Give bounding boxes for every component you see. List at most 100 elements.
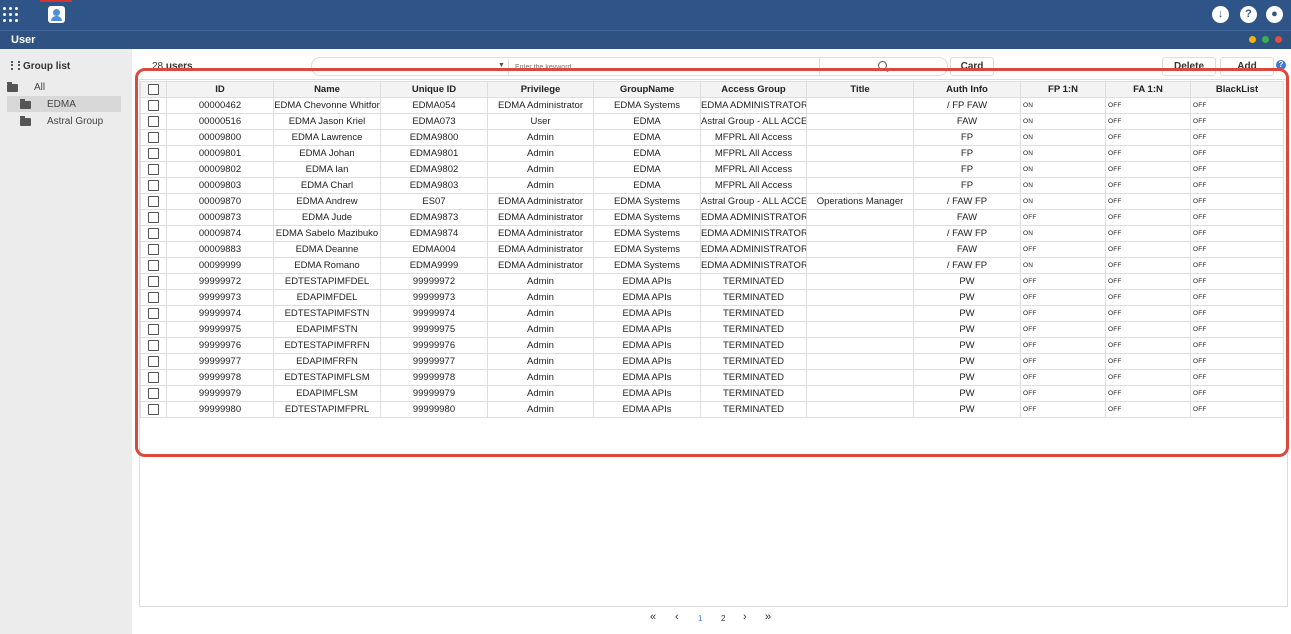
card-button[interactable]: Card: [950, 57, 994, 76]
column-header-unique-id[interactable]: Unique ID: [380, 81, 488, 98]
table-row[interactable]: 99999979 EDAPIMFLSM 99999979 Admin EDMA APIs…: [140, 385, 1284, 402]
column-header-name[interactable]: Name: [273, 81, 381, 98]
table-row[interactable]: 00009803 EDMA Charl EDMA9803 Admin EDMA MFPRL…: [140, 177, 1284, 194]
column-header-title[interactable]: Title: [806, 81, 914, 98]
column-header-groupname[interactable]: GroupName: [593, 81, 701, 98]
table-row[interactable]: 99999972 EDTESTAPIMFDEL 99999972 Admin EDMA …: [140, 273, 1284, 290]
minimize-button[interactable]: [1249, 36, 1256, 43]
row-checkbox[interactable]: [148, 179, 159, 191]
cell-title: [806, 241, 914, 258]
row-checkbox[interactable]: [148, 275, 159, 287]
table-row[interactable]: 99999976 EDTESTAPIMFRFN 99999976 Admin EDMA …: [140, 337, 1284, 354]
maximize-button[interactable]: [1262, 36, 1269, 43]
column-header-blacklist[interactable]: BlackList: [1190, 81, 1284, 98]
page-1-button[interactable]: 1: [698, 614, 702, 623]
cell-access-group: TERMINATED: [700, 321, 807, 338]
column-header-id[interactable]: ID: [166, 81, 274, 98]
download-icon[interactable]: ↓: [1212, 6, 1229, 23]
cell-auth-info: FAW: [913, 113, 1021, 130]
cell-name: EDMA Jason Kriel: [273, 113, 381, 130]
table-row[interactable]: 99999978 EDTESTAPIMFLSM 99999978 Admin EDMA …: [140, 369, 1284, 386]
row-checkbox[interactable]: [148, 243, 159, 255]
add-button[interactable]: Add: [1220, 57, 1274, 76]
help-circle-icon[interactable]: ?: [1276, 60, 1286, 70]
table-row[interactable]: 00099999 EDMA Romano EDMA9999 EDMA Administ…: [140, 257, 1284, 274]
table-row[interactable]: 00009883 EDMA Deanne EDMA004 EDMA Administr…: [140, 241, 1284, 258]
row-checkbox[interactable]: [148, 115, 159, 127]
table-row[interactable]: 00009802 EDMA Ian EDMA9802 Admin EDMA MFPRL A…: [140, 161, 1284, 178]
cell-name: EDMA Andrew: [273, 193, 381, 210]
row-checkbox[interactable]: [148, 307, 159, 319]
row-checkbox[interactable]: [148, 259, 159, 271]
row-checkbox[interactable]: [148, 323, 159, 335]
help-icon[interactable]: ?: [1240, 6, 1257, 23]
prev-page-button[interactable]: ‹: [675, 611, 679, 623]
table-row[interactable]: 00009873 EDMA Jude EDMA9873 EDMA Administra…: [140, 209, 1284, 226]
row-checkbox[interactable]: [148, 211, 159, 223]
account-icon[interactable]: ●: [1266, 6, 1283, 23]
cell-id: 99999974: [166, 305, 274, 322]
cell-auth-info: PW: [913, 385, 1021, 402]
row-checkbox[interactable]: [148, 371, 159, 383]
cell-access-group: MFPRL All Access: [700, 145, 807, 162]
cell-fa-1n: OFF: [1105, 273, 1191, 290]
cell-name: EDAPIMFLSM: [273, 385, 381, 402]
table-row[interactable]: 00000516 EDMA Jason Kriel EDMA073 User EDMA A…: [140, 113, 1284, 130]
cell-fa-1n: OFF: [1105, 145, 1191, 162]
row-checkbox[interactable]: [148, 291, 159, 303]
table-row[interactable]: 00009800 EDMA Lawrence EDMA9800 Admin EDMA MF…: [140, 129, 1284, 146]
next-page-button[interactable]: ›: [743, 611, 747, 623]
cell-auth-info: / FAW FP: [913, 225, 1021, 242]
row-checkbox[interactable]: [148, 147, 159, 159]
column-header-privilege[interactable]: Privilege: [487, 81, 594, 98]
table-row[interactable]: 99999974 EDTESTAPIMFSTN 99999974 Admin EDMA …: [140, 305, 1284, 322]
select-all-checkbox[interactable]: [148, 83, 159, 95]
active-app-indicator: [40, 0, 72, 2]
cell-name: EDAPIMFDEL: [273, 289, 381, 306]
table-row[interactable]: 99999973 EDAPIMFDEL 99999973 Admin EDMA APIs…: [140, 289, 1284, 306]
column-header-fp-1n[interactable]: FP 1:N: [1020, 81, 1106, 98]
table-row[interactable]: 00009801 EDMA Johan EDMA9801 Admin EDMA MFPRL…: [140, 145, 1284, 162]
row-checkbox[interactable]: [148, 355, 159, 367]
cell-id: 99999976: [166, 337, 274, 354]
table-row[interactable]: 00000462 EDMA Chevonne Whitfor EDMA054 EDMA…: [140, 97, 1284, 114]
first-page-button[interactable]: «: [650, 611, 656, 623]
column-header-access-group[interactable]: Access Group: [700, 81, 807, 98]
cell-unique-id: EDMA9802: [380, 161, 488, 178]
cell-id: 00009883: [166, 241, 274, 258]
row-select-cell: [140, 241, 167, 258]
cell-title: [806, 225, 914, 242]
cell-title: [806, 353, 914, 370]
cell-fp-1n: ON: [1020, 177, 1106, 194]
row-checkbox[interactable]: [148, 387, 159, 399]
search-button[interactable]: [819, 58, 948, 75]
cell-name: EDMA Lawrence: [273, 129, 381, 146]
table-row[interactable]: 99999977 EDAPIMFRFN 99999977 Admin EDMA APIs…: [140, 353, 1284, 370]
table-row[interactable]: 00009870 EDMA Andrew ES07 EDMA Administrato…: [140, 193, 1284, 210]
row-checkbox[interactable]: [148, 195, 159, 207]
last-page-button[interactable]: »: [765, 611, 771, 623]
search-input[interactable]: [508, 59, 827, 75]
close-button[interactable]: [1275, 36, 1282, 43]
column-header-fa-1n[interactable]: FA 1:N: [1105, 81, 1191, 98]
table-row[interactable]: 99999975 EDAPIMFSTN 99999975 Admin EDMA APIs…: [140, 321, 1284, 338]
table-row[interactable]: 99999980 EDTESTAPIMFPRL 99999980 Admin EDMA …: [140, 401, 1284, 418]
row-checkbox[interactable]: [148, 131, 159, 143]
user-app-icon[interactable]: [48, 6, 65, 23]
search-field-dropdown[interactable]: ▼: [498, 62, 505, 69]
row-checkbox[interactable]: [148, 227, 159, 239]
row-checkbox[interactable]: [148, 403, 159, 415]
row-checkbox[interactable]: [148, 163, 159, 175]
cell-auth-info: PW: [913, 401, 1021, 418]
cell-blacklist: OFF: [1190, 257, 1284, 274]
column-header-auth-info[interactable]: Auth Info: [913, 81, 1021, 98]
row-checkbox[interactable]: [148, 99, 159, 111]
page-2-button[interactable]: 2: [721, 614, 725, 623]
row-checkbox[interactable]: [148, 339, 159, 351]
cell-blacklist: OFF: [1190, 369, 1284, 386]
cell-title: [806, 161, 914, 178]
delete-button[interactable]: Delete: [1162, 57, 1216, 76]
cell-access-group: TERMINATED: [700, 305, 807, 322]
grid-apps-icon[interactable]: [3, 7, 19, 23]
table-row[interactable]: 00009874 EDMA Sabelo Mazibuko EDMA9874 EDMA…: [140, 225, 1284, 242]
